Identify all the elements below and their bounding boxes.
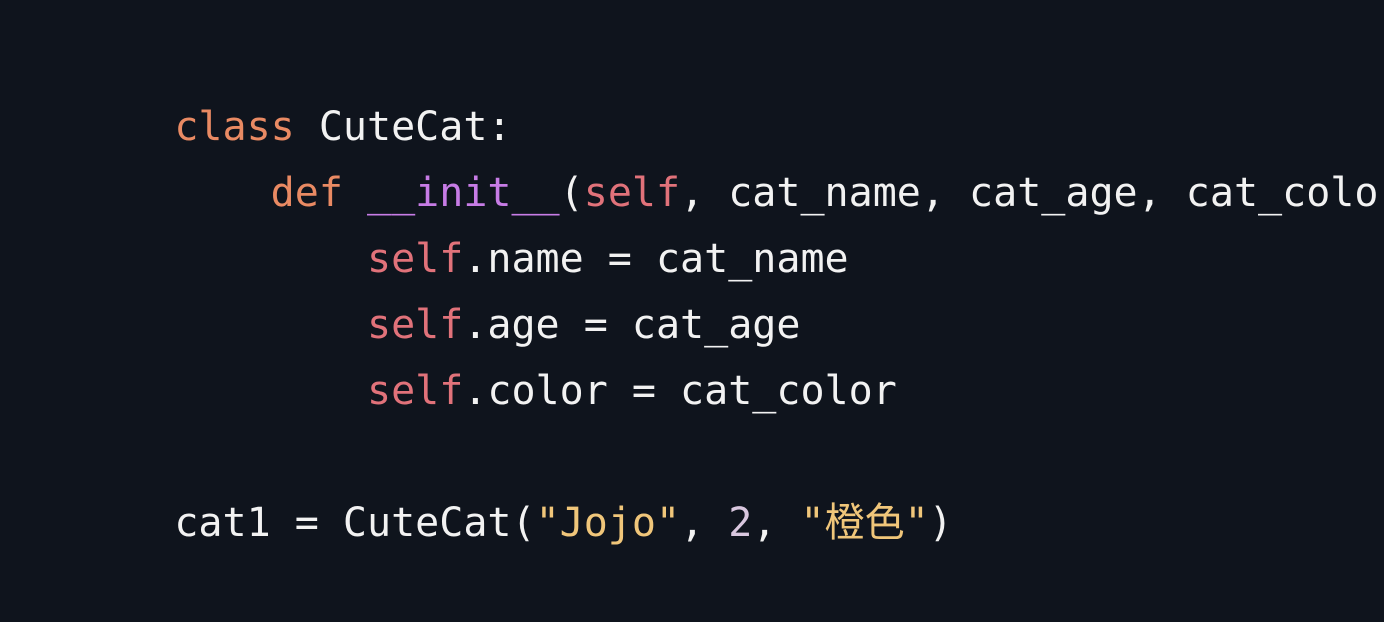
comma-2: , [752, 500, 801, 546]
instance-assignment-start: cat1 = CuteCat( [174, 500, 536, 546]
code-line-7: cat1 = CuteCat("Jojo", 2, "橙色") [78, 424, 952, 546]
self-color-ref: self [174, 368, 464, 414]
code-line-2: def __init__(self, cat_name, cat_age, ca… [78, 94, 1384, 216]
code-line-1: class CuteCat: [78, 28, 511, 150]
code-line-4: self.age = cat_age [78, 226, 800, 348]
code-editor: class CuteCat: def __init__(self, cat_na… [0, 0, 1384, 546]
code-line-5: self.color = cat_color [78, 292, 897, 414]
close-paren: ) [928, 500, 953, 546]
comma-1: , [680, 500, 729, 546]
number-two: 2 [728, 500, 753, 546]
string-jojo: "Jojo" [535, 500, 681, 546]
code-line-3: self.name = cat_name [78, 160, 849, 282]
string-orange: "橙色" [800, 500, 929, 546]
color-assignment: .color = cat_color [463, 368, 897, 414]
